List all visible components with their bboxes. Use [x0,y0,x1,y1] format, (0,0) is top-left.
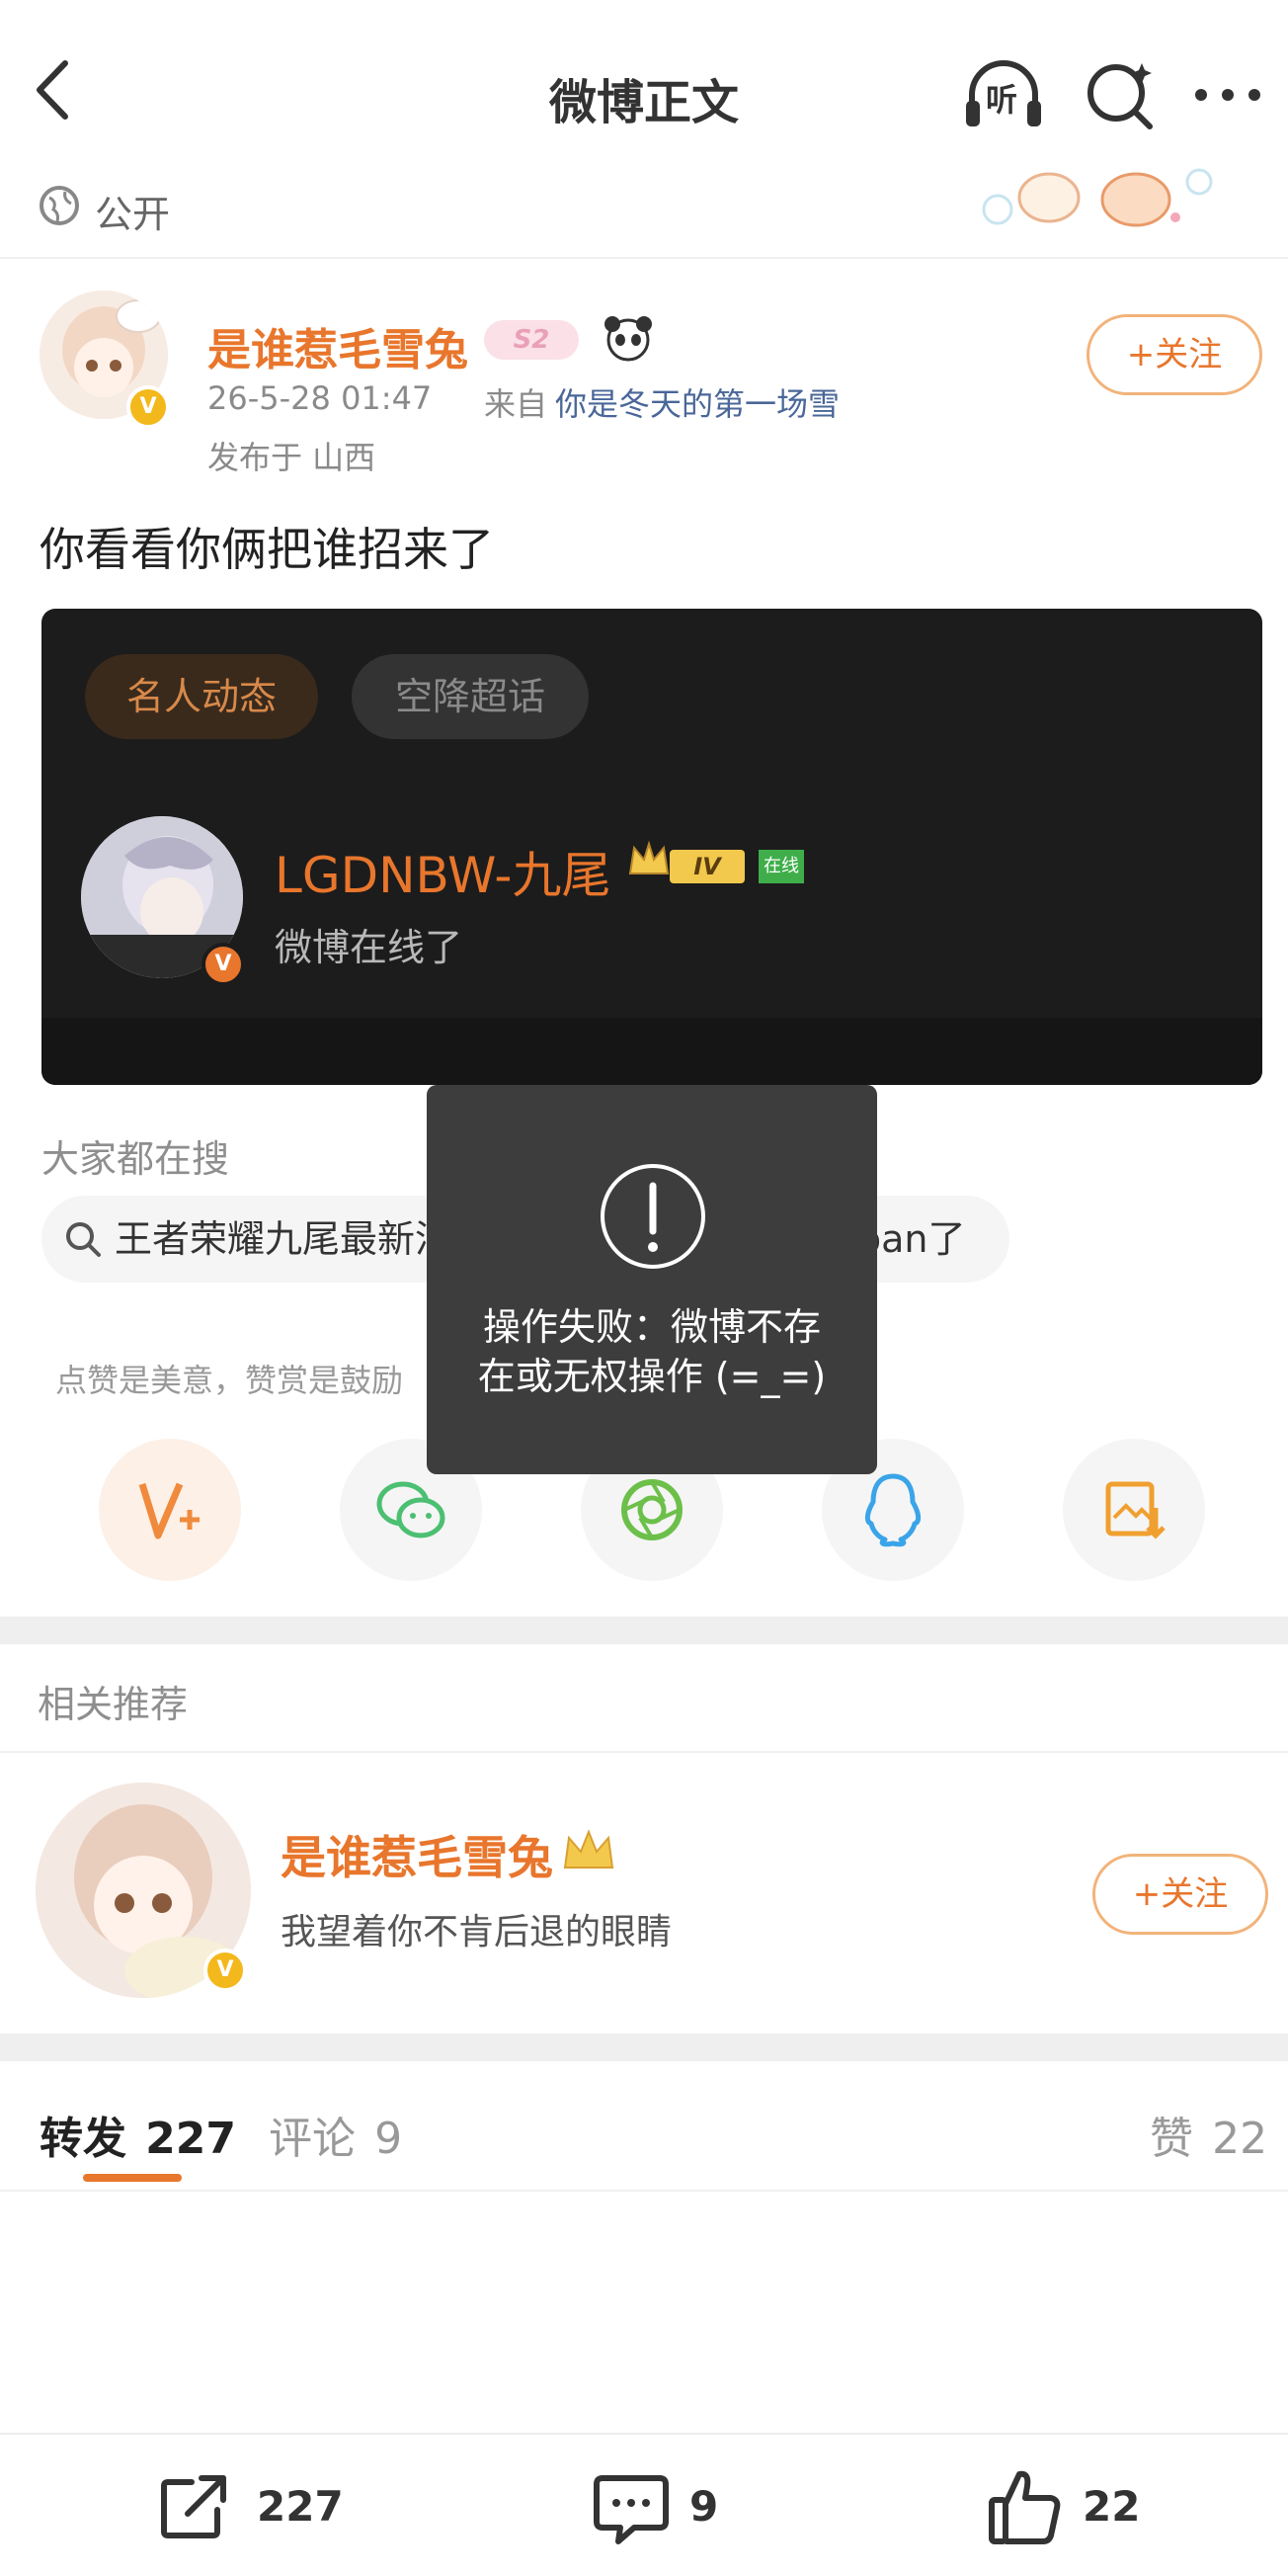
tab-super-topic[interactable]: 空降超话 [352,654,589,739]
search-icon [1087,63,1153,129]
tab-like-count: 22 [1212,2114,1268,2164]
recommend-verified-badge: V [203,1949,247,1992]
error-toast: 操作失败：微博不存 在或无权操作 (=_=) [427,1085,877,1474]
more-button[interactable] [1191,77,1264,113]
toast-line-1: 操作失败：微博不存 [482,1305,821,1349]
bottom-action-bar: 227 9 22 [0,2433,1288,2576]
section-divider [0,2034,1288,2061]
post-content: 你看看你俩把谁招来了 [40,523,494,576]
top-nav-bar: 微博正文 听 [0,0,1288,160]
bottom-comment-count: 9 [689,2482,719,2531]
tab-like[interactable]: 赞 22 [1150,2103,1267,2166]
crown-icon [563,1829,614,1869]
more-icon [1195,89,1260,101]
source-prefix: 来自 [484,385,548,423]
recommend-bio: 我望着你不肯后退的眼睛 [281,1912,673,1953]
save-image-button[interactable] [1063,1439,1205,1581]
tab-comment[interactable]: 评论 9 [269,2103,402,2166]
card-status: 微博在线了 [275,926,463,969]
bottom-repost-button[interactable]: 227 [158,2472,415,2541]
crown-icon [628,840,670,874]
recommend-user-name[interactable]: 是谁惹毛雪兔 [281,1822,553,1887]
decorative-sticker [978,162,1215,231]
tab-comment-count: 9 [374,2114,403,2164]
reward-button[interactable] [99,1439,241,1581]
cartoon-sticker-icon [982,168,1213,227]
recommend-follow-button[interactable]: +关注 [1092,1854,1268,1935]
bottom-repost-count: 227 [257,2482,344,2531]
tab-comment-label: 评论 [269,2114,356,2164]
repost-icon [161,2475,226,2538]
bottom-comment-button[interactable]: 9 [593,2472,790,2547]
weibo-reward-icon [138,1482,200,1539]
thumbs-up-icon [989,2470,1061,2544]
tab-repost-count: 227 [145,2114,236,2164]
online-badge: 在线 [759,850,804,883]
card-verified-badge: V [201,943,245,986]
embedded-card[interactable]: 名人动态 空降超话 V LGDNBW-九尾 IV 在线 微博在线了 [41,609,1262,1085]
comment-icon [594,2475,669,2544]
toast-line-2: 在或无权操作 (=_=) [477,1355,827,1398]
tab-repost[interactable]: 转发 227 [40,2103,236,2166]
tab-celebrity-news[interactable]: 名人动态 [85,654,318,739]
section-divider [0,1617,1288,1644]
listen-button[interactable]: 听 [962,57,1045,132]
recommend-title: 相关推荐 [38,1683,189,1726]
alert-icon [601,1164,705,1269]
wechat-icon [376,1481,445,1538]
source-link[interactable]: 你是冬天的第一场雪 [555,379,840,425]
search-button[interactable] [1083,57,1158,132]
card-user-name[interactable]: LGDNBW-九尾 [275,836,610,907]
recommend-separator [0,1751,1288,1753]
post-time: 26-5-28 01:47 [207,379,433,417]
bottom-like-button[interactable]: 22 [988,2468,1205,2547]
panda-icon [604,316,652,362]
follow-button[interactable]: +关注 [1087,314,1262,395]
bottom-like-count: 22 [1083,2482,1141,2531]
globe-icon [40,186,79,225]
listen-label: 听 [986,81,1018,119]
tab-repost-label: 转发 [40,2114,126,2164]
level-badge: S2 [484,320,579,360]
author-name[interactable]: 是谁惹毛雪兔 [207,314,468,377]
visibility-label: 公开 [95,193,171,236]
tab-like-label: 赞 [1150,2114,1193,2164]
qq-icon [864,1473,922,1547]
card-level-badge: IV [670,850,745,883]
verified-badge: V [126,385,170,429]
trending-title: 大家都在搜 [41,1137,230,1181]
reward-hint: 点赞是美意，赞赏是鼓励 [55,1362,404,1399]
save-image-icon [1105,1481,1166,1539]
tab-separator [0,2190,1288,2192]
toast-message: 操作失败：微博不存 在或无权操作 (=_=) [427,1302,877,1401]
card-footer-strip [41,1018,1262,1085]
active-tab-indicator [83,2174,182,2182]
search-icon [66,1222,101,1257]
post-location: 发布于 山西 [207,439,376,476]
moments-icon [621,1479,683,1540]
